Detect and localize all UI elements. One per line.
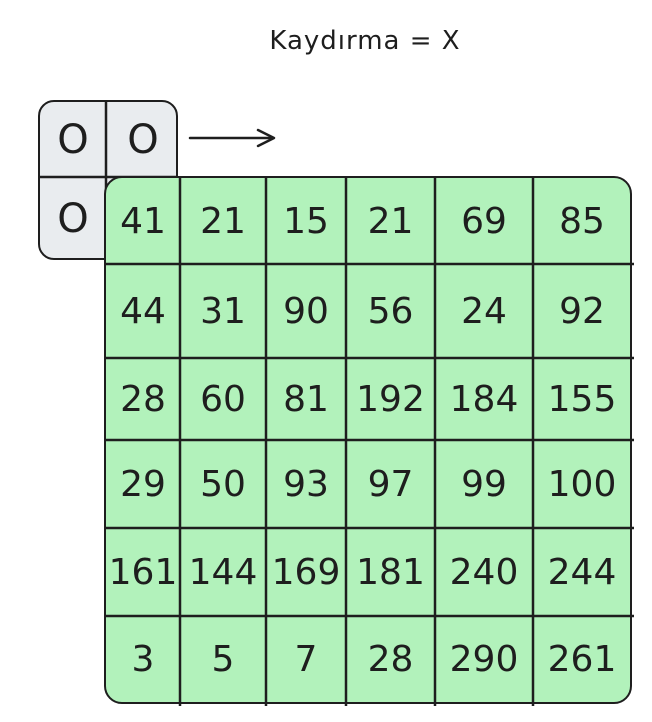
grid-cell-r4-c4: 240: [449, 551, 519, 593]
grid-cell-r0-c4: 69: [461, 200, 507, 242]
grid-cell-r3-c1: 50: [200, 463, 246, 505]
grid-cell-r5-c3: 28: [367, 639, 414, 680]
grid-cell-r0-c2: 15: [283, 200, 329, 242]
grid-cell-r0-c1: 21: [200, 200, 246, 242]
grid-cell-r1-c5: 92: [559, 290, 605, 332]
grid-cell-r4-c1: 144: [188, 551, 258, 593]
kernel-cell-bottom-left: O: [57, 196, 89, 242]
grid-cell-r4-c3: 181: [356, 551, 425, 593]
grid-cell-r3-c2: 93: [283, 463, 329, 505]
grid-cell-r3-c0: 29: [120, 463, 166, 505]
grid-cell-r2-c0: 28: [120, 378, 166, 420]
grid-cell-r4-c0: 161: [108, 551, 178, 593]
grid-cell-r1-c0: 44: [120, 290, 166, 332]
grid-cell-r5-c0: 3: [131, 639, 155, 680]
grid-cell-r5-c4: 290: [449, 639, 519, 680]
grid-cell-r4-c2: 169: [271, 551, 341, 593]
grid-cell-r2-c5: 155: [547, 378, 617, 420]
grid-cell-r1-c2: 90: [283, 290, 329, 332]
grid-cell-r2-c1: 60: [200, 378, 246, 420]
grid-cell-r3-c5: 100: [547, 463, 617, 505]
diagram-title: Kaydırma = X: [269, 26, 461, 56]
grid-cell-r5-c1: 5: [211, 639, 235, 680]
grid-cell-r5-c5: 261: [547, 639, 617, 680]
grid-cell-r0-c3: 21: [367, 200, 414, 242]
pixel-grid: 41 21 15 21 69 85 44 31 90 56 24 92 28 6…: [104, 176, 634, 706]
grid-cell-r3-c3: 97: [367, 463, 414, 505]
grid-cell-r1-c3: 56: [367, 290, 414, 332]
grid-cell-r2-c3: 192: [356, 378, 425, 420]
kernel-cell-top-left: O: [57, 116, 89, 163]
grid-cell-r0-c5: 85: [559, 200, 605, 242]
grid-cell-r2-c4: 184: [449, 378, 519, 420]
grid-cell-r2-c2: 81: [283, 378, 329, 420]
grid-cell-r3-c4: 99: [461, 463, 507, 505]
grid-cell-r4-c5: 244: [547, 551, 617, 593]
kernel-cell-top-right: O: [127, 116, 159, 163]
grid-cell-r1-c1: 31: [200, 290, 246, 332]
right-arrow-icon: [188, 128, 276, 148]
grid-cell-r5-c2: 7: [294, 639, 318, 680]
grid-cell-r0-c0: 41: [120, 200, 166, 242]
grid-cell-r1-c4: 24: [461, 290, 507, 332]
